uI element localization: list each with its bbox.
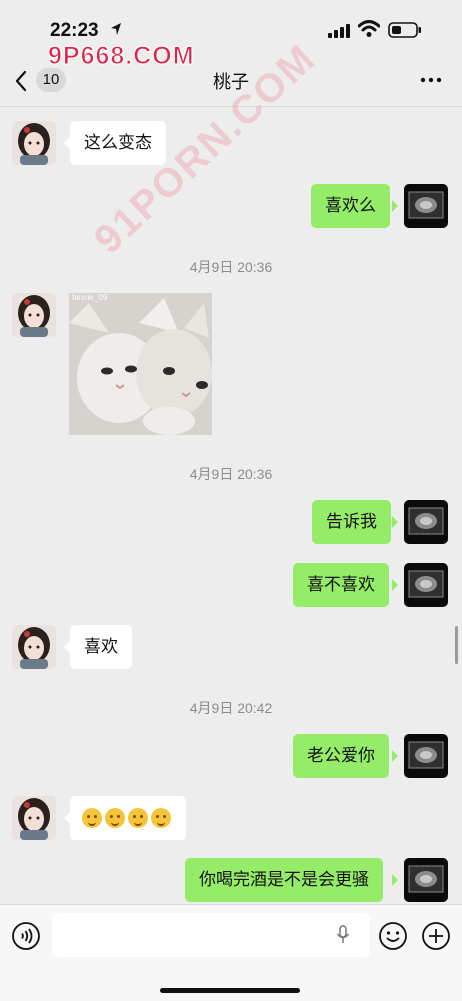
status-time: 22:23 (50, 20, 99, 41)
signal-icon (328, 24, 350, 38)
avatar[interactable] (12, 796, 56, 840)
message-timestamp: 4月9日 20:42 (189, 700, 273, 716)
avatar[interactable] (404, 563, 448, 607)
message-bubble[interactable]: 你喝完酒是不是会更骚 (185, 858, 383, 902)
voice-icon[interactable] (11, 921, 41, 951)
avatar[interactable] (12, 121, 56, 165)
message-bubble[interactable]: 喜欢 (70, 625, 132, 669)
avatar[interactable] (404, 184, 448, 228)
location-arrow-icon (111, 23, 121, 35)
plus-icon[interactable] (421, 921, 451, 951)
input-bar (0, 904, 462, 1001)
avatar[interactable] (404, 500, 448, 544)
message-input[interactable] (52, 913, 370, 957)
avatar[interactable] (404, 734, 448, 778)
image-message[interactable]: fannie_09 (69, 293, 212, 435)
message-bubble[interactable]: 告诉我 (312, 500, 391, 544)
emoji-icon[interactable] (378, 921, 408, 951)
scrollbar[interactable] (455, 626, 458, 664)
smiling-face-emoji-icon (151, 808, 171, 828)
message-bubble[interactable]: 老公爱你 (293, 734, 389, 778)
message-timestamp: 4月9日 20:36 (189, 259, 273, 275)
more-icon[interactable] (416, 68, 446, 92)
status-bar: 22:23 9P668.COM (0, 0, 462, 71)
mic-icon[interactable] (336, 925, 350, 945)
message-bubble[interactable]: 喜不喜欢 (293, 563, 389, 607)
smiling-face-emoji-icon (128, 808, 148, 828)
avatar[interactable] (12, 293, 56, 337)
image-caption: fannie_09 (72, 293, 108, 302)
avatar[interactable] (404, 858, 448, 902)
avatar[interactable] (12, 625, 56, 669)
home-indicator (160, 988, 300, 993)
message-bubble[interactable]: 这么变态 (70, 121, 166, 165)
emoji-message-bubble[interactable] (70, 796, 186, 840)
smiling-face-emoji-icon (82, 808, 102, 828)
message-bubble[interactable]: 喜欢么 (311, 184, 390, 228)
smiling-face-emoji-icon (105, 808, 125, 828)
message-timestamp: 4月9日 20:36 (189, 466, 273, 482)
battery-icon (388, 22, 421, 38)
wifi-icon (358, 20, 380, 37)
chat-title: 桃子 (213, 72, 249, 93)
